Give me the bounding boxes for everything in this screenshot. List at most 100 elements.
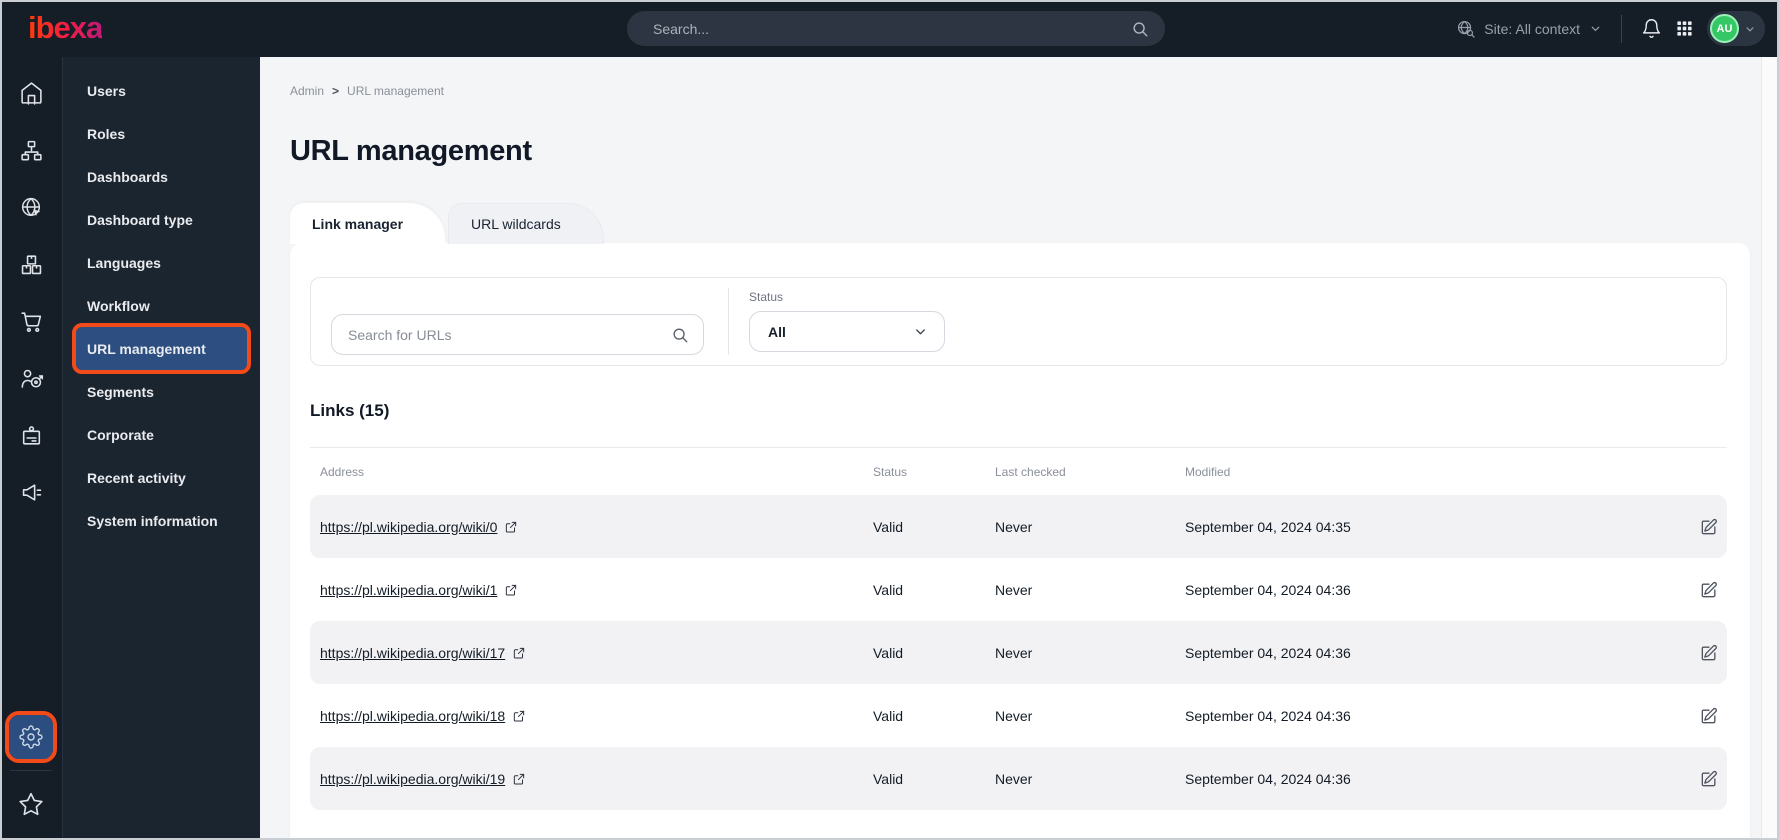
modified-cell: September 04, 2024 04:35 bbox=[1185, 518, 1351, 535]
status-cell: Valid bbox=[873, 644, 904, 661]
url-link[interactable]: https://pl.wikipedia.org/wiki/17 bbox=[320, 645, 505, 661]
status-cell: Valid bbox=[873, 518, 904, 535]
links-table-body: https://pl.wikipedia.org/wiki/0 Valid Ne… bbox=[310, 495, 1727, 810]
sidebar-menu-item[interactable]: Dashboards bbox=[76, 155, 247, 198]
breadcrumb-admin[interactable]: Admin bbox=[290, 84, 324, 98]
search-icon[interactable] bbox=[1131, 20, 1149, 38]
admin-settings-highlight[interactable] bbox=[5, 711, 57, 763]
sidebar-menu-item-label: URL management bbox=[87, 340, 206, 357]
company-badge-icon[interactable] bbox=[0, 407, 62, 464]
external-link-icon[interactable] bbox=[504, 520, 518, 534]
sidebar-menu-item[interactable]: Dashboard type bbox=[76, 198, 247, 241]
table-row: https://pl.wikipedia.org/wiki/18 Valid N… bbox=[310, 684, 1727, 747]
status-cell: Valid bbox=[873, 581, 904, 598]
sidebar-menu-item-label: Languages bbox=[87, 254, 161, 271]
sidebar-menu-item[interactable]: URL management bbox=[72, 323, 251, 374]
table-header: Address Status Last checked Modified bbox=[310, 456, 1727, 488]
modified-cell: September 04, 2024 04:36 bbox=[1185, 581, 1351, 598]
search-icon[interactable] bbox=[671, 326, 689, 344]
edit-url-icon[interactable] bbox=[1692, 699, 1726, 733]
personalization-target-icon[interactable] bbox=[0, 350, 62, 407]
chevron-down-icon bbox=[1589, 22, 1602, 35]
vertical-scrollbar[interactable] bbox=[1761, 57, 1777, 838]
modified-cell: September 04, 2024 04:36 bbox=[1185, 707, 1351, 724]
link-manager-panel: Status All Links (15) Address Status Las… bbox=[290, 243, 1750, 840]
status-label: Status bbox=[749, 290, 784, 304]
external-link-icon[interactable] bbox=[512, 772, 526, 786]
tab-bar: Link manager URL wildcards bbox=[290, 203, 604, 244]
column-header-status: Status bbox=[873, 465, 908, 479]
chevron-down-icon bbox=[1744, 23, 1756, 35]
sidebar-menu-item[interactable]: Roles bbox=[76, 112, 247, 155]
table-row: https://pl.wikipedia.org/wiki/19 Valid N… bbox=[310, 747, 1727, 810]
sidebar-menu-item-label: Corporate bbox=[87, 426, 154, 443]
column-header-last-checked: Last checked bbox=[995, 465, 1066, 479]
table-row: https://pl.wikipedia.org/wiki/0 Valid Ne… bbox=[310, 495, 1727, 558]
campaign-megaphone-icon[interactable] bbox=[0, 464, 62, 521]
tab-url-wildcards[interactable]: URL wildcards bbox=[448, 203, 604, 244]
sidebar-menu-item[interactable]: System information bbox=[76, 499, 247, 542]
last-checked-cell: Never bbox=[995, 581, 1033, 598]
table-row: https://pl.wikipedia.org/wiki/1 Valid Ne… bbox=[310, 558, 1727, 621]
links-count-heading: Links (15) bbox=[310, 401, 390, 420]
page-title: URL management bbox=[290, 135, 532, 167]
site-tree-icon[interactable] bbox=[0, 122, 62, 179]
edit-url-icon[interactable] bbox=[1692, 762, 1726, 796]
avatar: AU bbox=[1710, 14, 1739, 43]
apps-grid-icon[interactable] bbox=[1675, 19, 1694, 38]
url-link[interactable]: https://pl.wikipedia.org/wiki/19 bbox=[320, 771, 505, 787]
breadcrumb-current: URL management bbox=[347, 84, 444, 98]
sidebar-menu-item[interactable]: Workflow bbox=[76, 284, 247, 327]
status-cell: Valid bbox=[873, 770, 904, 787]
cart-icon[interactable] bbox=[0, 293, 62, 350]
favorites-star-icon[interactable] bbox=[0, 782, 62, 826]
url-link[interactable]: https://pl.wikipedia.org/wiki/1 bbox=[320, 582, 497, 598]
sidebar-menu-item[interactable]: Segments bbox=[76, 370, 247, 413]
notifications-bell-icon[interactable] bbox=[1641, 18, 1662, 39]
column-header-modified: Modified bbox=[1185, 465, 1231, 479]
global-search bbox=[627, 11, 1165, 46]
edit-url-icon[interactable] bbox=[1692, 510, 1726, 544]
external-link-icon[interactable] bbox=[512, 709, 526, 723]
status-cell: Valid bbox=[873, 707, 904, 724]
last-checked-cell: Never bbox=[995, 770, 1033, 787]
edit-url-icon[interactable] bbox=[1692, 573, 1726, 607]
sidebar-menu-item-label: Dashboards bbox=[87, 168, 168, 185]
topbar-divider bbox=[1621, 14, 1622, 43]
app-window: ibexa Site: All context bbox=[0, 0, 1779, 840]
site-globe-icon bbox=[1456, 19, 1475, 38]
global-search-input[interactable] bbox=[653, 20, 1131, 37]
site-context-switcher[interactable]: Site: All context bbox=[1456, 19, 1602, 38]
topbar-right-cluster: Site: All context AU bbox=[1456, 0, 1765, 57]
filter-divider bbox=[728, 288, 729, 355]
last-checked-cell: Never bbox=[995, 644, 1033, 661]
status-select[interactable]: All bbox=[749, 311, 945, 352]
settings-gear-icon bbox=[19, 725, 43, 749]
url-search-input[interactable] bbox=[348, 326, 671, 343]
site-context-label: Site: All context bbox=[1484, 20, 1580, 37]
breadcrumb-separator: > bbox=[332, 84, 340, 98]
edit-url-icon[interactable] bbox=[1692, 636, 1726, 670]
sidebar-menu-item[interactable]: Users bbox=[76, 69, 247, 112]
sidebar-menu-item-label: Roles bbox=[87, 125, 126, 142]
table-row: https://pl.wikipedia.org/wiki/17 Valid N… bbox=[310, 621, 1727, 684]
breadcrumb: Admin > URL management bbox=[290, 84, 444, 98]
sidebar-menu-item[interactable]: Corporate bbox=[76, 413, 247, 456]
main-content: Admin > URL management URL management Li… bbox=[260, 57, 1779, 840]
topbar: ibexa Site: All context bbox=[0, 0, 1779, 57]
website-globe-icon[interactable] bbox=[0, 179, 62, 236]
external-link-icon[interactable] bbox=[512, 646, 526, 660]
product-catalog-icon[interactable] bbox=[0, 236, 62, 293]
url-link[interactable]: https://pl.wikipedia.org/wiki/18 bbox=[320, 708, 505, 724]
home-icon[interactable] bbox=[0, 65, 62, 122]
sidebar-menu-item[interactable]: Recent activity bbox=[76, 456, 247, 499]
ibexa-logo[interactable]: ibexa bbox=[28, 10, 103, 46]
user-menu[interactable]: AU bbox=[1707, 11, 1765, 46]
chevron-down-icon bbox=[913, 324, 928, 339]
left-icon-rail bbox=[0, 57, 62, 840]
external-link-icon[interactable] bbox=[504, 583, 518, 597]
filter-bar: Status All bbox=[310, 277, 1727, 366]
sidebar-menu-item[interactable]: Languages bbox=[76, 241, 247, 284]
url-link[interactable]: https://pl.wikipedia.org/wiki/0 bbox=[320, 519, 497, 535]
tab-link-manager[interactable]: Link manager bbox=[290, 203, 446, 244]
